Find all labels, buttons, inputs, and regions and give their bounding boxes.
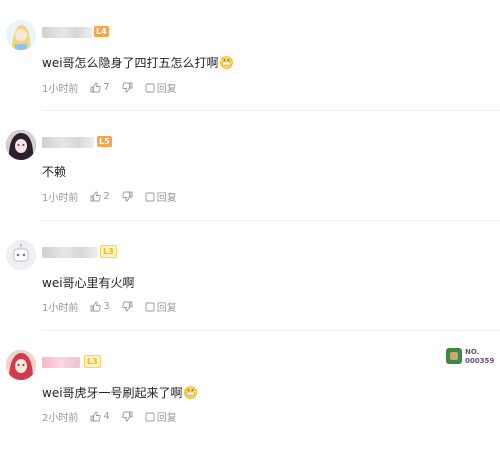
reply-icon — [145, 192, 155, 201]
grin-emoji-icon — [219, 56, 233, 72]
thumb-up-icon — [90, 301, 102, 312]
reply-label: 回复 — [156, 413, 177, 424]
username-blurred[interactable] — [42, 357, 80, 368]
avatar[interactable] — [6, 20, 36, 50]
comment-text: wei哥心里有火啊 — [42, 274, 135, 291]
reply-icon — [145, 83, 155, 92]
dislike-button[interactable] — [122, 411, 133, 422]
dislike-button[interactable] — [122, 301, 133, 312]
comment-item: L5 不赖 1小时前 2 回复 — [0, 130, 500, 242]
divider — [42, 330, 500, 331]
user-level-badge: L3 — [100, 245, 117, 258]
thumb-down-icon — [122, 301, 133, 312]
fan-badge-number: 000359 — [465, 357, 495, 365]
thumb-down-icon — [122, 191, 133, 202]
like-button[interactable]: 7 — [90, 82, 110, 93]
avatar[interactable] — [6, 240, 36, 270]
divider — [42, 220, 500, 221]
fan-badge-label: NO. — [465, 348, 480, 356]
thumb-down-icon — [122, 82, 133, 93]
user-level-badge: L5 — [97, 136, 112, 147]
comment-meta: 1小时前 7 回复 — [42, 80, 189, 95]
username-blurred[interactable] — [42, 27, 92, 38]
user-level-badge: L4 — [94, 26, 109, 37]
grin-emoji-icon — [183, 386, 197, 402]
like-button[interactable]: 2 — [90, 191, 110, 202]
reply-label: 回复 — [156, 193, 177, 204]
comment-time: 1小时前 — [42, 303, 79, 314]
like-count: 2 — [103, 191, 110, 202]
thumb-up-icon — [90, 191, 102, 202]
fan-badge-icon — [446, 348, 462, 364]
like-count: 7 — [103, 82, 110, 93]
comment-meta: 1小时前 2 回复 — [42, 189, 189, 204]
comment-text-content: 不赖 — [42, 165, 67, 179]
thumb-up-icon — [90, 411, 102, 422]
reply-button[interactable]: 回复 — [145, 409, 177, 424]
comment-item: L3 wei哥心里有火啊 1小时前 3 回复 — [0, 240, 500, 352]
username-blurred[interactable] — [42, 247, 98, 258]
like-count: 4 — [103, 411, 110, 422]
divider — [42, 110, 500, 111]
thumb-down-icon — [122, 411, 133, 422]
reply-button[interactable]: 回复 — [145, 299, 177, 314]
comment-text: wei哥怎么隐身了四打五怎么打啊 — [42, 54, 233, 72]
comment-text: 不赖 — [42, 163, 66, 180]
dislike-button[interactable] — [122, 82, 133, 93]
avatar[interactable] — [6, 130, 36, 160]
comment-item: L3 wei哥虎牙一号刷起来了啊 2小时前 4 回复 — [0, 350, 500, 462]
thumb-up-icon — [90, 82, 102, 93]
reply-icon — [145, 302, 155, 311]
comment-text-content: wei哥虎牙一号刷起来了啊 — [42, 386, 183, 400]
reply-icon — [145, 412, 155, 421]
user-level-badge: L3 — [84, 355, 101, 368]
comment-text-content: wei哥心里有火啊 — [42, 276, 135, 290]
like-button[interactable]: 3 — [90, 301, 110, 312]
comment-time: 1小时前 — [42, 84, 79, 95]
fan-number-badge: NO. 000359 — [446, 348, 494, 368]
comment-text-content: wei哥怎么隐身了四打五怎么打啊 — [42, 56, 219, 70]
like-count: 3 — [103, 301, 110, 312]
dislike-button[interactable] — [122, 191, 133, 202]
comment-meta: 2小时前 4 回复 — [42, 409, 189, 424]
comment-meta: 1小时前 3 回复 — [42, 299, 189, 314]
reply-label: 回复 — [156, 84, 177, 95]
reply-button[interactable]: 回复 — [145, 80, 177, 95]
comment-time: 1小时前 — [42, 193, 79, 204]
avatar[interactable] — [6, 350, 36, 380]
reply-label: 回复 — [156, 303, 177, 314]
comment-item: L4 wei哥怎么隐身了四打五怎么打啊 1小时前 7 回复 — [0, 20, 500, 132]
username-blurred[interactable] — [42, 137, 94, 148]
comment-text: wei哥虎牙一号刷起来了啊 — [42, 384, 197, 402]
like-button[interactable]: 4 — [90, 411, 110, 422]
reply-button[interactable]: 回复 — [145, 189, 177, 204]
comment-time: 2小时前 — [42, 413, 79, 424]
